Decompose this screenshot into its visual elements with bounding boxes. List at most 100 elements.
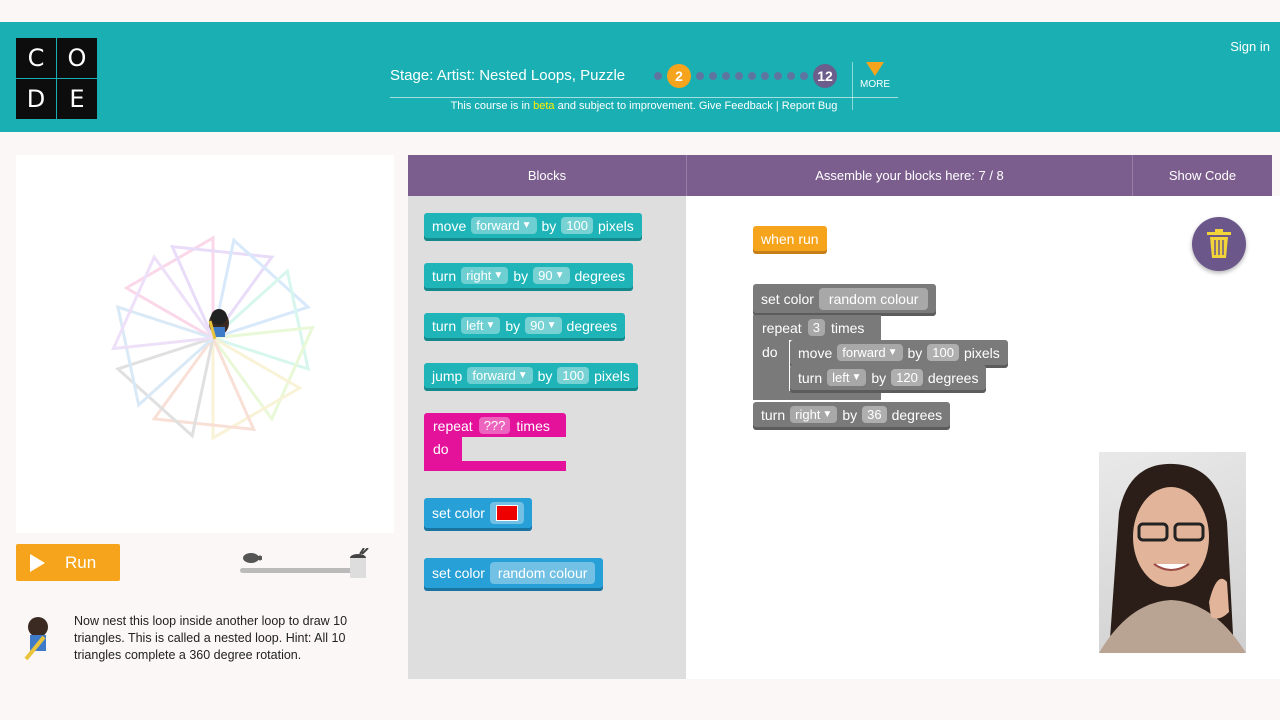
logo-letter: O	[57, 38, 97, 78]
block-text: by	[541, 217, 557, 234]
direction-dropdown[interactable]: right ▼	[790, 406, 838, 423]
chevron-down-icon: ▼	[822, 409, 833, 420]
puzzle-dot[interactable]	[735, 72, 743, 80]
random-colour-field[interactable]: random colour	[818, 287, 929, 310]
artist-avatar-icon	[24, 617, 48, 661]
trash-icon	[1207, 229, 1231, 258]
block-text: move	[432, 217, 467, 234]
block-text: move	[798, 344, 833, 361]
block-text: do	[762, 344, 778, 360]
block-text: set color	[761, 290, 814, 307]
blocks-heading: Blocks	[527, 168, 567, 183]
workspace-header: Blocks Assemble your blocks here: 7 / 8 …	[408, 155, 1272, 196]
more-triangle-icon	[866, 62, 884, 76]
program-set-color-block[interactable]: set color random colour	[753, 284, 937, 313]
program-outer-turn-block[interactable]: turn right ▼ by 36 degrees	[753, 402, 951, 427]
toolbox-turn-right-block[interactable]: turn right ▼ by 90 ▼ degrees	[424, 263, 634, 288]
stage-title: Stage: Artist: Nested Loops, Puzzle	[390, 67, 626, 84]
chevron-down-icon: ▼	[485, 320, 496, 331]
puzzle-dot[interactable]	[761, 72, 769, 80]
repeat-count-field[interactable]: ???	[478, 417, 511, 434]
puzzle-dot[interactable]	[709, 72, 717, 80]
program-inner-turn-block[interactable]: turn left ▼ by 120 degrees	[790, 365, 987, 390]
chevron-down-icon: ▼	[546, 320, 557, 331]
current-puzzle-bubble[interactable]: 2	[667, 64, 691, 88]
toolbox-set-random-color-block[interactable]: set color random colour	[424, 558, 604, 588]
random-colour-field[interactable]: random colour	[489, 562, 596, 584]
direction-dropdown[interactable]: forward ▼	[837, 344, 903, 361]
sign-in-link[interactable]: Sign in	[1230, 39, 1270, 54]
amount-field[interactable]: 100	[927, 344, 959, 361]
puzzle-dot[interactable]	[654, 72, 662, 80]
block-text: by	[842, 406, 858, 423]
block-text: degrees	[891, 406, 943, 423]
chevron-down-icon: ▼	[521, 220, 532, 231]
block-text: by	[513, 267, 529, 284]
puzzle-progress: 2 12	[654, 64, 837, 88]
block-text: degrees	[566, 317, 618, 334]
block-text: by	[505, 317, 521, 334]
speed-track[interactable]	[240, 568, 365, 573]
speed-thumb[interactable]	[350, 558, 366, 578]
amount-field[interactable]: 100	[557, 367, 590, 384]
toolbox-turn-left-block[interactable]: turn left ▼ by 90 ▼ degrees	[424, 313, 626, 338]
show-code-button[interactable]: Show Code	[1132, 155, 1272, 196]
last-puzzle-bubble[interactable]: 12	[813, 64, 837, 88]
block-text: repeat	[433, 417, 473, 434]
angle-dropdown[interactable]: 90 ▼	[525, 317, 562, 334]
puzzle-dot[interactable]	[774, 72, 782, 80]
chevron-down-icon: ▼	[554, 270, 565, 281]
block-text: set color	[432, 565, 485, 581]
puzzle-dot[interactable]	[787, 72, 795, 80]
turtle-icon	[243, 553, 262, 563]
run-button[interactable]: Run	[16, 544, 120, 581]
puzzle-dot[interactable]	[748, 72, 756, 80]
direction-dropdown[interactable]: right ▼	[461, 267, 509, 284]
logo-letter: E	[57, 79, 97, 119]
toolbox-set-color-block[interactable]: set color	[424, 498, 532, 528]
block-text: times	[516, 417, 550, 434]
more-label: MORE	[860, 79, 890, 90]
block-text: degrees	[574, 267, 626, 284]
when-run-block[interactable]: when run	[753, 226, 827, 251]
block-text: set color	[432, 505, 485, 521]
direction-dropdown[interactable]: forward ▼	[467, 367, 533, 384]
code-logo[interactable]: C O D E	[16, 38, 97, 119]
toolbox-jump-block[interactable]: jump forward ▼ by 100 pixels	[424, 363, 638, 388]
trash-button[interactable]	[1192, 217, 1246, 271]
run-label: Run	[65, 552, 97, 572]
block-text: turn	[432, 267, 457, 284]
direction-dropdown[interactable]: left ▼	[827, 369, 867, 386]
angle-dropdown[interactable]: 90 ▼	[533, 267, 570, 284]
angle-field[interactable]: 120	[891, 369, 923, 386]
puzzle-dot[interactable]	[800, 72, 808, 80]
color-picker[interactable]	[489, 502, 524, 524]
toolbox-move-block[interactable]: move forward ▼ by 100 pixels	[424, 213, 642, 238]
puzzle-dot[interactable]	[696, 72, 704, 80]
top-header: C O D E Stage: Artist: Nested Loops, Puz…	[0, 22, 1280, 132]
speed-slider[interactable]	[240, 548, 370, 580]
direction-dropdown[interactable]: forward ▼	[471, 217, 537, 234]
block-text: degrees	[927, 369, 979, 386]
angle-field[interactable]: 36	[862, 406, 887, 423]
block-text: turn	[432, 317, 457, 334]
block-text: pixels	[598, 217, 634, 234]
block-text: by	[907, 344, 923, 361]
spirograph-drawing	[111, 235, 315, 441]
assemble-heading: Assemble your blocks here: 7 / 8	[686, 155, 1132, 196]
repeat-count-field[interactable]: 3	[807, 319, 825, 336]
beta-word: beta	[533, 100, 555, 112]
program-move-block[interactable]: move forward ▼ by 100 pixels	[790, 340, 1008, 365]
amount-field[interactable]: 100	[561, 217, 593, 234]
stage-divider	[390, 97, 898, 98]
puzzle-dot[interactable]	[722, 72, 730, 80]
logo-letter: D	[16, 79, 56, 119]
chevron-down-icon: ▼	[517, 370, 528, 381]
chevron-down-icon: ▼	[887, 347, 898, 358]
play-icon	[30, 553, 45, 572]
direction-dropdown[interactable]: left ▼	[461, 317, 501, 334]
instructor-video[interactable]	[1099, 452, 1246, 653]
chevron-down-icon: ▼	[851, 372, 862, 383]
toolbox-repeat-block[interactable]: repeat ??? times do	[424, 413, 566, 471]
beta-suffix[interactable]: and subject to improvement. Give Feedbac…	[555, 100, 838, 112]
